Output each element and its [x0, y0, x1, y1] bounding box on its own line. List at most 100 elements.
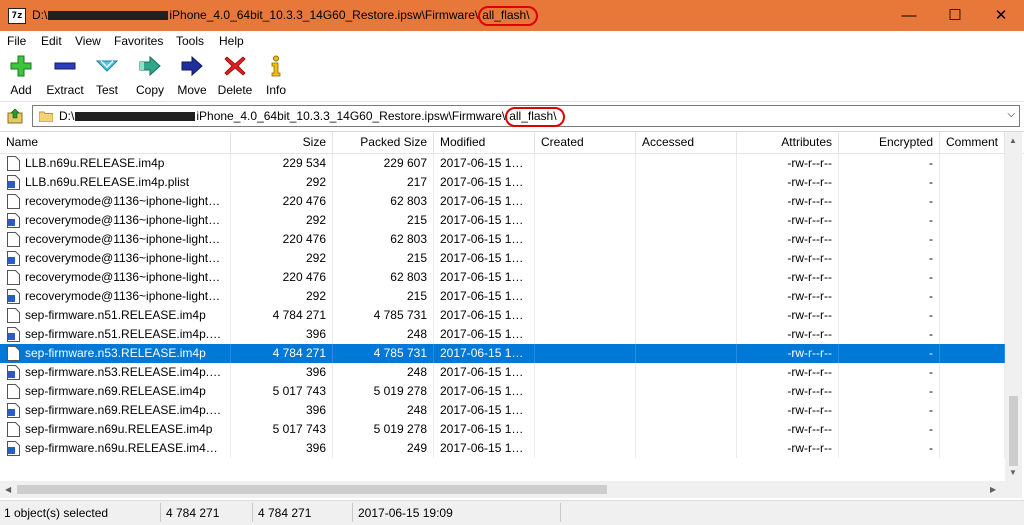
test-button[interactable]: Test	[93, 55, 121, 97]
file-attributes: -rw-r--r--	[737, 401, 839, 420]
file-attributes: -rw-r--r--	[737, 439, 839, 458]
table-row[interactable]: sep-firmware.n53.RELEASE.im4p 4 784 271 4 …	[0, 344, 1005, 363]
file-accessed	[636, 268, 737, 287]
table-row[interactable]: recoverymode@1136~iphone-lightn... 220 47…	[0, 192, 1005, 211]
test-label: Test	[95, 83, 118, 97]
table-row[interactable]: sep-firmware.n69.RELEASE.im4p 5 017 743 5 …	[0, 382, 1005, 401]
scroll-up-icon[interactable]: ▲	[1009, 136, 1017, 145]
file-size: 220 476	[231, 230, 333, 249]
column-size[interactable]: Size	[231, 132, 333, 153]
file-modified: 2017-06-15 19:09	[434, 173, 535, 192]
file-created	[535, 363, 636, 382]
address-path: D:\ iPhone_4.0_64bit_10.3.3_14G60_Restore…	[59, 107, 565, 127]
file-modified: 2017-06-15 19:09	[434, 306, 535, 325]
move-icon	[181, 55, 203, 77]
file-modified: 2017-06-15 19:09	[434, 382, 535, 401]
menu-tools[interactable]: Tools	[176, 34, 204, 48]
minimize-button[interactable]: —	[886, 0, 932, 31]
chevron-down-icon[interactable]: ⌵	[1007, 109, 1015, 120]
window-title: D:\ iPhone_4.0_64bit_10.3.3_14G60_Restore…	[32, 6, 538, 26]
file-attributes: -rw-r--r--	[737, 154, 839, 173]
file-comment	[940, 268, 1005, 287]
column-encrypted[interactable]: Encrypted	[839, 132, 940, 153]
file-list: Name Size Packed Size Modified Created A…	[0, 131, 1024, 498]
file-created	[535, 287, 636, 306]
file-name: recoverymode@1136~iphone-lightn...	[0, 211, 231, 230]
table-row[interactable]: recoverymode@1136~iphone-lightn... 292 215…	[0, 211, 1005, 230]
file-attributes: -rw-r--r--	[737, 382, 839, 401]
copy-button[interactable]: Copy	[133, 55, 167, 97]
column-name[interactable]: Name	[0, 132, 231, 153]
vertical-scroll-thumb[interactable]	[1009, 396, 1018, 466]
file-size: 396	[231, 439, 333, 458]
file-packed-size: 229 607	[333, 154, 434, 173]
table-row[interactable]: sep-firmware.n69u.RELEASE.im4p.pl 396 249 2…	[0, 439, 1005, 458]
maximize-button[interactable]: ☐	[932, 0, 978, 31]
file-created	[535, 249, 636, 268]
file-name: sep-firmware.n51.RELEASE.im4p.plist	[0, 325, 231, 344]
address-path-suffix: iPhone_4.0_64bit_10.3.3_14G60_Restore.ip…	[196, 109, 506, 123]
delete-button[interactable]: Delete	[217, 55, 253, 97]
status-divider	[560, 503, 561, 522]
scrollbar-corner: ▼	[1005, 468, 1022, 498]
menu-file[interactable]: File	[7, 34, 26, 48]
horizontal-scroll-thumb[interactable]	[17, 485, 607, 494]
scroll-right-icon[interactable]: ▶	[990, 485, 996, 494]
column-modified[interactable]: Modified	[434, 132, 535, 153]
file-modified: 2017-06-15 19:09	[434, 325, 535, 344]
file-packed-size: 62 803	[333, 268, 434, 287]
move-button[interactable]: Move	[175, 55, 209, 97]
file-modified: 2017-06-15 19:09	[434, 268, 535, 287]
add-button[interactable]: Add	[6, 55, 36, 97]
scroll-left-icon[interactable]: ◀	[5, 485, 11, 494]
table-row[interactable]: sep-firmware.n69u.RELEASE.im4p 5 017 743 5…	[0, 420, 1005, 439]
menu-edit[interactable]: Edit	[41, 34, 62, 48]
address-highlighted-folder: all_flash\	[505, 107, 565, 127]
column-created[interactable]: Created	[535, 132, 636, 153]
column-attributes[interactable]: Attributes	[737, 132, 839, 153]
info-button[interactable]: Info	[263, 55, 289, 97]
table-row[interactable]: recoverymode@1136~iphone-lightn... 220 47…	[0, 230, 1005, 249]
close-button[interactable]: ✕	[978, 0, 1024, 31]
horizontal-scrollbar[interactable]: ◀ ▶	[0, 481, 1005, 498]
folder-up-icon[interactable]	[7, 108, 23, 124]
menu-view[interactable]: View	[75, 34, 101, 48]
table-row[interactable]: sep-firmware.n51.RELEASE.im4p 4 784 271 4 …	[0, 306, 1005, 325]
plist-file-icon	[7, 213, 20, 228]
extract-label: Extract	[46, 83, 84, 97]
plist-file-icon	[7, 289, 20, 304]
table-row[interactable]: LLB.n69u.RELEASE.im4p.plist 292 217 2017-06…	[0, 173, 1005, 192]
file-size: 220 476	[231, 192, 333, 211]
file-size: 5 017 743	[231, 420, 333, 439]
file-name: sep-firmware.n69u.RELEASE.im4p	[0, 420, 231, 439]
file-attributes: -rw-r--r--	[737, 363, 839, 382]
file-encrypted: -	[839, 192, 940, 211]
menu-favorites[interactable]: Favorites	[114, 34, 163, 48]
file-encrypted: -	[839, 401, 940, 420]
vertical-scrollbar[interactable]: ▲	[1005, 132, 1022, 487]
copy-label: Copy	[135, 83, 164, 97]
column-accessed[interactable]: Accessed	[636, 132, 737, 153]
file-encrypted: -	[839, 420, 940, 439]
file-icon	[7, 308, 20, 323]
table-row[interactable]: sep-firmware.n51.RELEASE.im4p.plist 396 24…	[0, 325, 1005, 344]
menu-help[interactable]: Help	[219, 34, 244, 48]
file-name: recoverymode@1136~iphone-lightn...	[0, 192, 231, 211]
file-encrypted: -	[839, 325, 940, 344]
table-row[interactable]: recoverymode@1136~iphone-lightn... 292 215…	[0, 287, 1005, 306]
file-accessed	[636, 306, 737, 325]
file-comment	[940, 325, 1005, 344]
file-attributes: -rw-r--r--	[737, 192, 839, 211]
table-row[interactable]: sep-firmware.n69.RELEASE.im4p.plist 396 24…	[0, 401, 1005, 420]
table-row[interactable]: sep-firmware.n53.RELEASE.im4p.plist 396 24…	[0, 363, 1005, 382]
file-packed-size: 248	[333, 401, 434, 420]
extract-button[interactable]: Extract	[44, 55, 86, 97]
table-row[interactable]: LLB.n69u.RELEASE.im4p 229 534 229 607 2017-…	[0, 154, 1005, 173]
column-comment[interactable]: Comment	[940, 132, 1005, 153]
add-label: Add	[10, 83, 32, 97]
address-input[interactable]: D:\ iPhone_4.0_64bit_10.3.3_14G60_Restore…	[32, 105, 1020, 127]
scroll-down-icon[interactable]: ▼	[1009, 468, 1017, 477]
table-row[interactable]: recoverymode@1136~iphone-lightn... 292 215…	[0, 249, 1005, 268]
table-row[interactable]: recoverymode@1136~iphone-lightn... 220 47…	[0, 268, 1005, 287]
column-packed-size[interactable]: Packed Size	[333, 132, 434, 153]
